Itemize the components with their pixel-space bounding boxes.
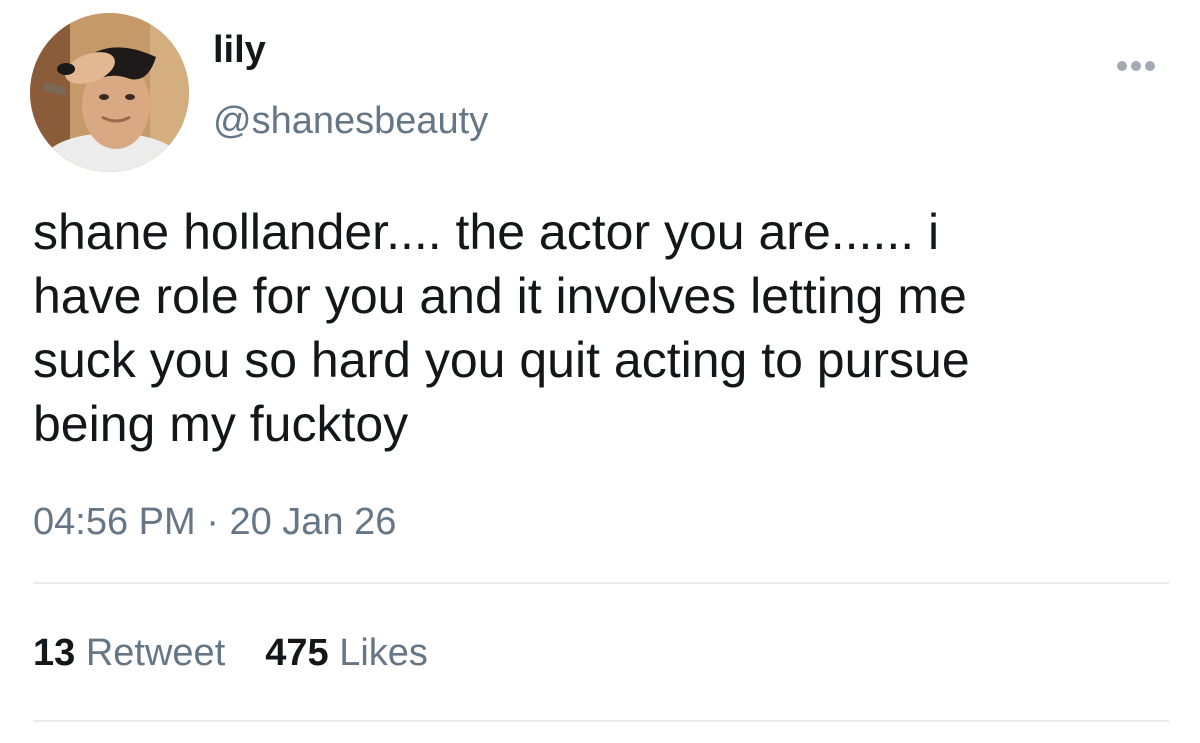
tweet-time[interactable]: 04:56 PM — [33, 501, 196, 543]
tweet-text-line: have role for you and it involves lettin… — [33, 268, 967, 324]
tweet-card: lily @shanesbeauty shane hollander.... t… — [0, 0, 1200, 743]
tweet-text-line: suck you so hard you quit acting to purs… — [33, 332, 970, 388]
tweet-text: shane hollander.... the actor you are...… — [33, 200, 1173, 456]
likes-count: 475 — [265, 632, 329, 674]
avatar[interactable] — [30, 13, 189, 172]
divider — [33, 720, 1169, 722]
retweets-label: Retweet — [85, 632, 226, 674]
retweets-stat[interactable]: 13 Retweet — [33, 630, 225, 676]
avatar-photo-icon — [30, 13, 189, 172]
timestamp-separator: · — [206, 501, 219, 543]
display-name[interactable]: lily — [213, 28, 266, 72]
user-handle[interactable]: @shanesbeauty — [213, 98, 488, 144]
tweet-stats: 13 Retweet 475 Likes — [33, 630, 428, 676]
likes-stat[interactable]: 475 Likes — [265, 630, 428, 676]
more-options-button[interactable] — [1112, 52, 1160, 80]
retweets-count: 13 — [33, 632, 76, 674]
tweet-text-line: being my fucktoy — [33, 396, 409, 452]
divider — [33, 582, 1169, 584]
likes-label: Likes — [339, 632, 428, 674]
tweet-text-line: shane hollander.... the actor you are...… — [33, 204, 940, 260]
tweet-date[interactable]: 20 Jan 26 — [229, 501, 396, 543]
tweet-timestamp: 04:56 PM · 20 Jan 26 — [33, 498, 396, 546]
more-dots-icon — [1117, 61, 1155, 71]
